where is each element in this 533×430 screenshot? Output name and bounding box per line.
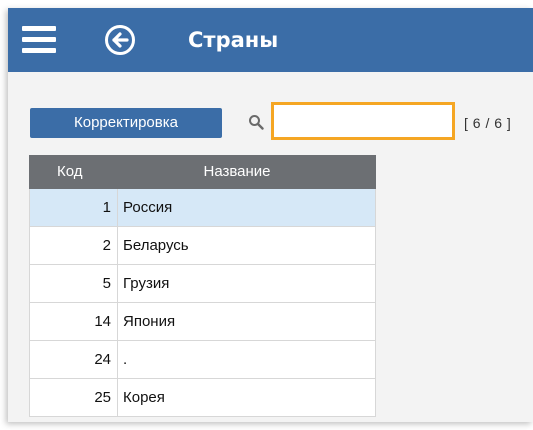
magnifier-icon[interactable] xyxy=(248,114,264,130)
cell-name: Грузия xyxy=(123,275,170,292)
header-bar: Страны xyxy=(8,8,533,72)
app-window: Страны Корректировка [ 6 / 6 ] Код Назва… xyxy=(8,8,533,422)
table-row[interactable]: 2 Беларусь xyxy=(29,227,376,265)
cell-name: Россия xyxy=(123,199,173,216)
page-title: Страны xyxy=(188,28,279,52)
cell-code: 24 xyxy=(30,341,118,378)
search-input[interactable] xyxy=(271,102,455,140)
table-row[interactable]: 24 . xyxy=(29,341,376,379)
page: Страны Корректировка [ 6 / 6 ] Код Назва… xyxy=(0,0,533,430)
column-header-code[interactable]: Код xyxy=(29,155,118,189)
cell-code: 2 xyxy=(30,227,118,264)
back-arrow-circle-icon[interactable] xyxy=(104,24,136,56)
countries-table: Код Название 1 Россия 2 Беларусь 5 Грузи… xyxy=(29,155,376,417)
column-header-name[interactable]: Название xyxy=(118,155,376,189)
cell-code: 14 xyxy=(30,303,118,340)
table-header: Код Название xyxy=(29,155,376,189)
record-counter: [ 6 / 6 ] xyxy=(464,115,512,131)
cell-name: . xyxy=(123,351,128,368)
table-row[interactable]: 5 Грузия xyxy=(29,265,376,303)
table-row[interactable]: 14 Япония xyxy=(29,303,376,341)
cell-name: Корея xyxy=(123,389,165,406)
cell-code: 25 xyxy=(30,379,118,416)
edit-button[interactable]: Корректировка xyxy=(30,108,222,138)
table-row[interactable]: 1 Россия xyxy=(29,189,376,227)
hamburger-menu-icon[interactable] xyxy=(22,26,56,54)
cell-name: Япония xyxy=(123,313,176,330)
cell-name: Беларусь xyxy=(123,237,189,254)
table-row[interactable]: 25 Корея xyxy=(29,379,376,417)
cell-code: 5 xyxy=(30,265,118,302)
cell-code: 1 xyxy=(30,189,118,226)
